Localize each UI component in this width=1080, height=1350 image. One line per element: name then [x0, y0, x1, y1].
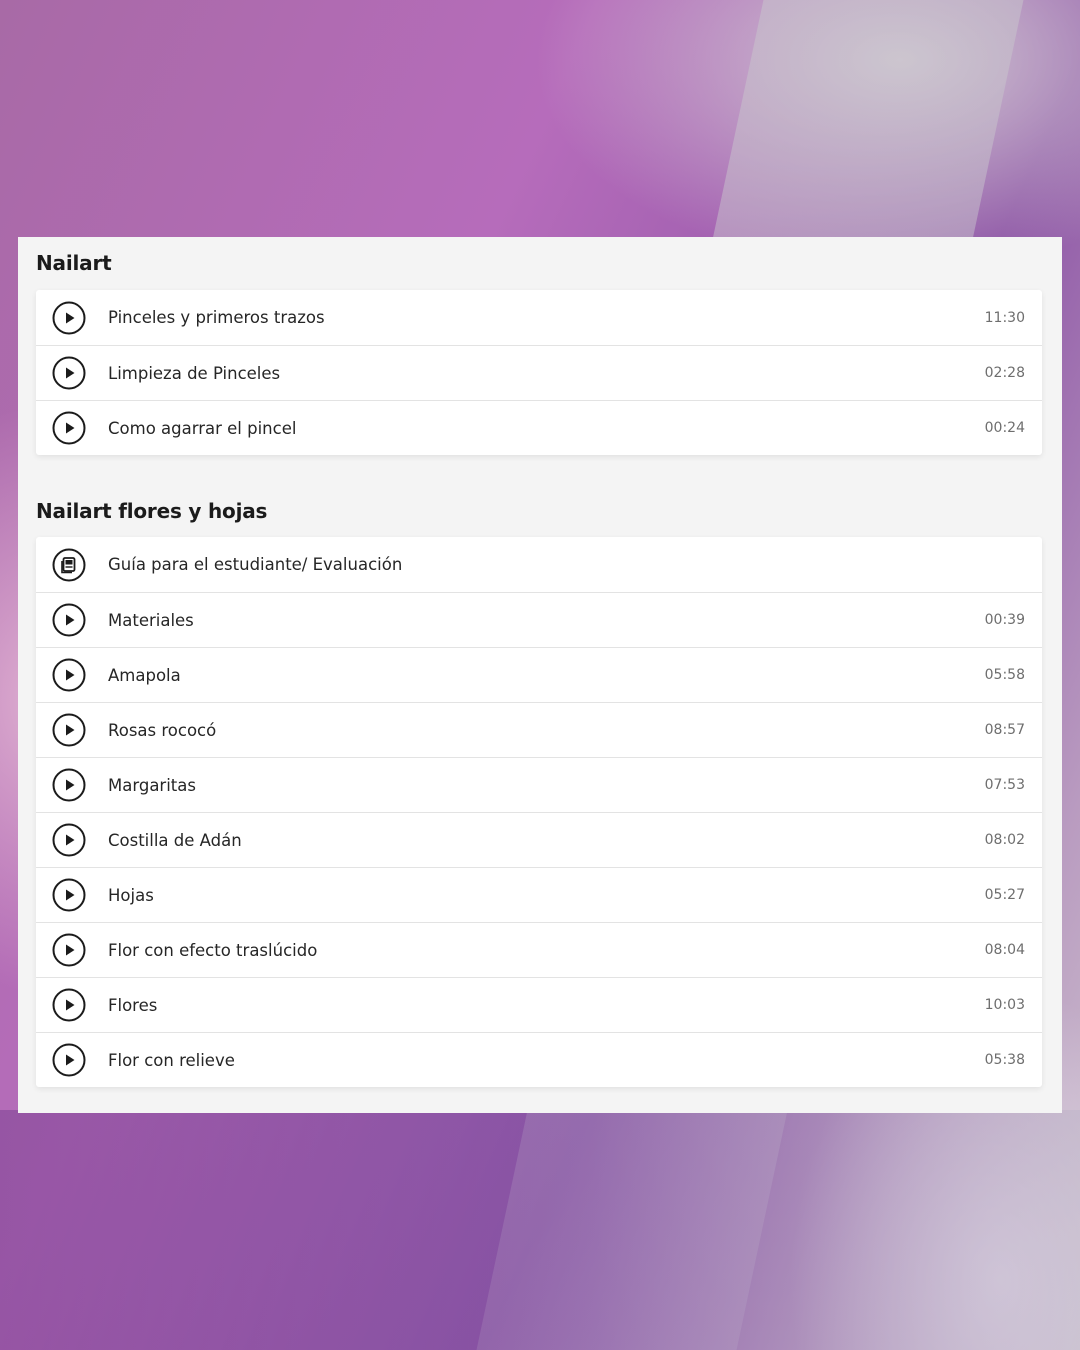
play-icon	[52, 603, 86, 637]
lesson-row[interactable]: Hojas 05:27	[36, 867, 1042, 922]
lesson-title: Hojas	[108, 885, 154, 905]
lesson-title: Pinceles y primeros trazos	[108, 308, 325, 327]
lesson-duration: 00:24	[984, 420, 1025, 436]
play-icon	[52, 301, 86, 334]
lesson-row[interactable]: Rosas rococó 08:57	[36, 702, 1042, 757]
lesson-duration: 08:57	[984, 722, 1025, 738]
lesson-title: Amapola	[108, 665, 181, 685]
lesson-title: Flor con efecto traslúcido	[108, 940, 318, 960]
play-icon	[52, 356, 86, 390]
lesson-row[interactable]: Guía para el estudiante/ Evaluación	[36, 537, 1042, 592]
lesson-title: Limpieza de Pinceles	[108, 363, 281, 383]
lesson-duration: 08:02	[984, 832, 1025, 848]
play-icon	[52, 1043, 86, 1077]
lesson-title: Rosas rococó	[108, 720, 217, 740]
lesson-row[interactable]: Flores 10:03	[36, 977, 1042, 1032]
lesson-title: Guía para el estudiante/ Evaluación	[108, 555, 403, 574]
lesson-duration: 08:04	[984, 942, 1025, 958]
lesson-title: Como agarrar el pincel	[108, 418, 297, 438]
lesson-duration: 05:38	[984, 1052, 1025, 1068]
lesson-row[interactable]: Margaritas 07:53	[36, 757, 1042, 812]
course-content-panel: Nailart Pinceles y primeros trazos 11:30…	[18, 237, 1062, 1113]
lesson-list-nailart-flores-y-hojas: Guía para el estudiante/ Evaluación Mate…	[36, 537, 1042, 1087]
lesson-row[interactable]: Costilla de Adán 08:02	[36, 812, 1042, 867]
section-title-nailart-flores-y-hojas: Nailart flores y hojas	[36, 499, 268, 523]
lesson-duration: 11:30	[984, 309, 1025, 326]
lesson-duration: 05:27	[984, 887, 1025, 903]
lesson-list-nailart: Pinceles y primeros trazos 11:30 Limpiez…	[36, 290, 1042, 455]
play-icon	[52, 823, 86, 857]
play-icon	[52, 878, 86, 912]
lesson-duration: 02:28	[984, 365, 1025, 381]
lesson-row[interactable]: Flor con efecto traslúcido 08:04	[36, 922, 1042, 977]
lesson-title: Flor con relieve	[108, 1050, 235, 1070]
section-title-nailart: Nailart	[36, 251, 112, 275]
play-icon	[52, 988, 86, 1022]
play-icon	[52, 768, 86, 802]
play-icon	[52, 933, 86, 967]
play-icon	[52, 713, 86, 747]
lesson-row[interactable]: Pinceles y primeros trazos 11:30	[36, 290, 1042, 345]
document-icon	[52, 548, 86, 581]
lesson-title: Margaritas	[108, 775, 196, 795]
lesson-row[interactable]: Limpieza de Pinceles 02:28	[36, 345, 1042, 400]
lesson-title: Flores	[108, 995, 158, 1015]
lesson-row[interactable]: Flor con relieve 05:38	[36, 1032, 1042, 1087]
lesson-duration: 00:39	[984, 612, 1025, 628]
lesson-title: Materiales	[108, 610, 194, 630]
lesson-row[interactable]: Como agarrar el pincel 00:24	[36, 400, 1042, 455]
background-photo-bottom	[0, 1110, 1080, 1350]
lesson-duration: 07:53	[984, 777, 1025, 793]
play-icon	[52, 658, 86, 692]
lesson-row[interactable]: Materiales 00:39	[36, 592, 1042, 647]
lesson-duration: 05:58	[984, 667, 1025, 683]
play-icon	[52, 411, 86, 445]
lesson-row[interactable]: Amapola 05:58	[36, 647, 1042, 702]
lesson-title: Costilla de Adán	[108, 830, 242, 850]
lesson-duration: 10:03	[984, 997, 1025, 1013]
